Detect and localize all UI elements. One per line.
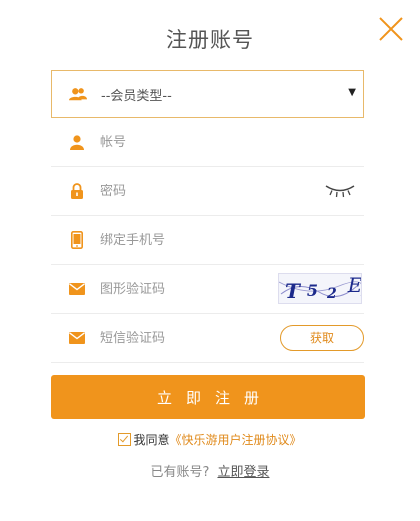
- page-title: 注册账号: [166, 28, 254, 52]
- password-input[interactable]: [100, 183, 270, 199]
- member-type-select[interactable]: --会员类型-- ▼: [51, 70, 364, 118]
- agreement: 我同意《快乐游用户注册协议》: [0, 431, 420, 448]
- member-type-value: --会员类型--: [101, 88, 172, 104]
- login-prefix: 已有账号?: [150, 465, 210, 480]
- account-row: [51, 118, 364, 167]
- password-row: [51, 167, 364, 216]
- captcha-row: T52E: [51, 265, 364, 314]
- phone-row: [51, 216, 364, 265]
- agreement-link[interactable]: 《快乐游用户注册协议》: [170, 433, 302, 447]
- captcha-input[interactable]: [100, 281, 270, 297]
- eye-closed-icon[interactable]: [324, 183, 356, 199]
- sms-row: 获取: [51, 314, 364, 363]
- captcha-text: T52E: [285, 274, 361, 303]
- login-prompt: 已有账号? 立即登录: [0, 461, 420, 480]
- agree-label: 我同意: [133, 433, 170, 447]
- register-button[interactable]: 立即注册: [51, 375, 365, 419]
- mobile-phone-icon: [68, 231, 86, 249]
- mail-icon: [68, 329, 86, 347]
- sms-code-input[interactable]: [100, 330, 270, 346]
- login-link[interactable]: 立即登录: [217, 465, 269, 480]
- agree-checkbox[interactable]: [118, 433, 132, 446]
- lock-icon: [68, 182, 86, 200]
- phone-input[interactable]: [100, 232, 270, 248]
- close-button[interactable]: [376, 14, 406, 44]
- user-icon: [68, 133, 86, 151]
- dropdown-caret-icon: ▼: [348, 87, 356, 98]
- captcha-image[interactable]: T52E: [278, 273, 364, 304]
- account-input[interactable]: [100, 134, 270, 150]
- users-icon: [69, 85, 87, 103]
- close-icon: [379, 17, 403, 41]
- get-sms-code-button[interactable]: 获取: [280, 325, 364, 351]
- mail-icon: [68, 280, 86, 298]
- register-form: --会员类型-- ▼ 帐号 绑定手机号 图形验证码 T 5 2 短信验证码 获取: [51, 70, 364, 363]
